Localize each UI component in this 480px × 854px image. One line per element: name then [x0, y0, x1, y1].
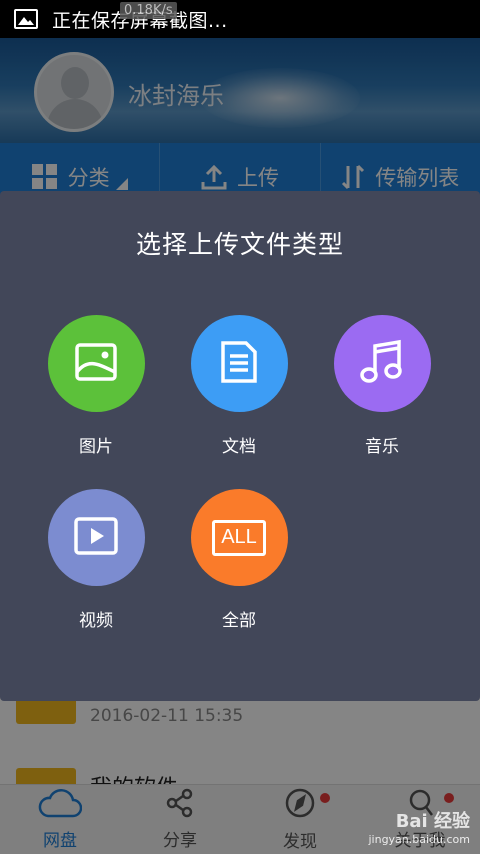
document-circle[interactable] [190, 315, 288, 412]
document-icon [220, 340, 258, 388]
upload-option-video[interactable]: 视频 [36, 489, 156, 631]
option-label-image: 图片 [79, 437, 113, 457]
image-circle[interactable] [47, 315, 145, 412]
upload-option-document[interactable]: 文档 [179, 315, 299, 457]
all-files-circle[interactable]: ALL [190, 489, 288, 586]
option-label-music: 音乐 [365, 437, 399, 457]
watermark-brand: Bai 经验 [395, 811, 470, 832]
dialog-title: 选择上传文件类型 [135, 230, 344, 259]
music-icon [360, 339, 404, 389]
all-files-icon-text: ALL [221, 525, 257, 548]
watermark: Bai 经验 jingyan.baidu.com [368, 807, 470, 846]
network-speed: 0.18K/s [120, 2, 177, 19]
image-icon [74, 342, 118, 386]
option-label-document: 文档 [222, 437, 256, 457]
status-bar: 正在保存屏幕截图... 0.18K/s [0, 0, 480, 38]
video-circle[interactable] [47, 489, 145, 586]
upload-option-music[interactable]: 音乐 [322, 315, 442, 457]
upload-option-image[interactable]: 图片 [36, 315, 156, 457]
option-label-all: 全部 [222, 611, 256, 631]
screenshot-image-icon [14, 9, 38, 29]
all-files-icon: ALL [212, 519, 266, 556]
music-circle[interactable] [333, 315, 431, 412]
upload-option-all[interactable]: ALL 全部 [179, 489, 299, 631]
option-label-video: 视频 [79, 611, 113, 631]
watermark-url: jingyan.baidu.com [368, 833, 470, 846]
upload-type-dialog: 选择上传文件类型 图片 文档 音乐 视频 ALL 全部 [0, 191, 480, 701]
video-icon [73, 516, 119, 560]
